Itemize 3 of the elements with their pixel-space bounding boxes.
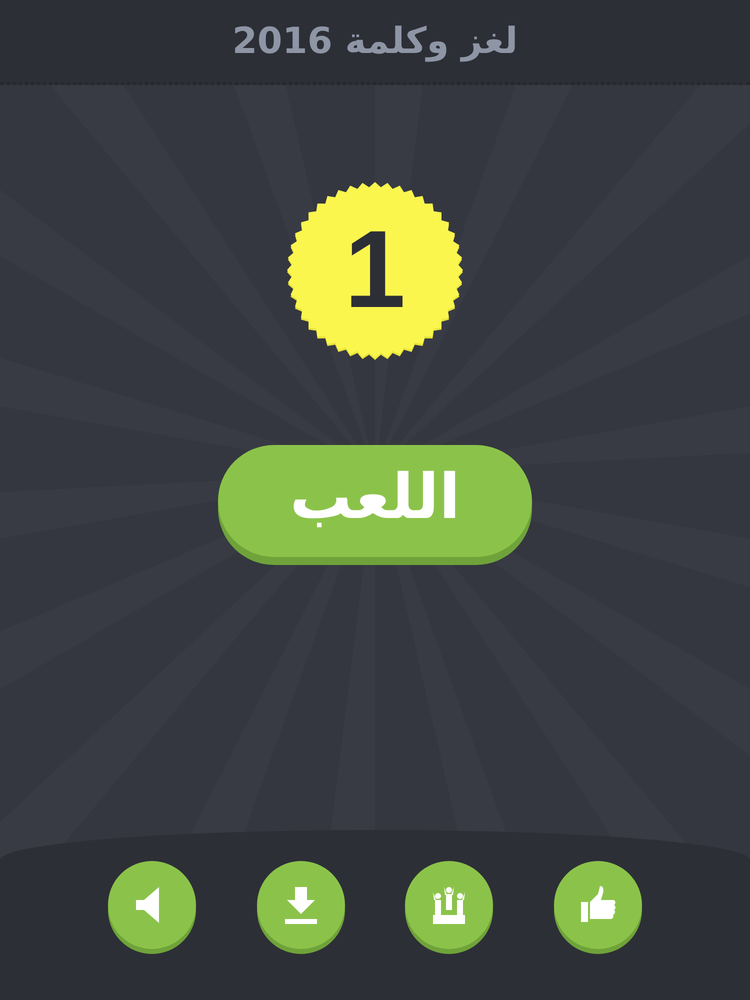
app-title: لغز وكلمة 2016 (232, 20, 518, 62)
level-number: 1 (344, 215, 406, 325)
play-button[interactable]: اللعب (218, 445, 532, 557)
